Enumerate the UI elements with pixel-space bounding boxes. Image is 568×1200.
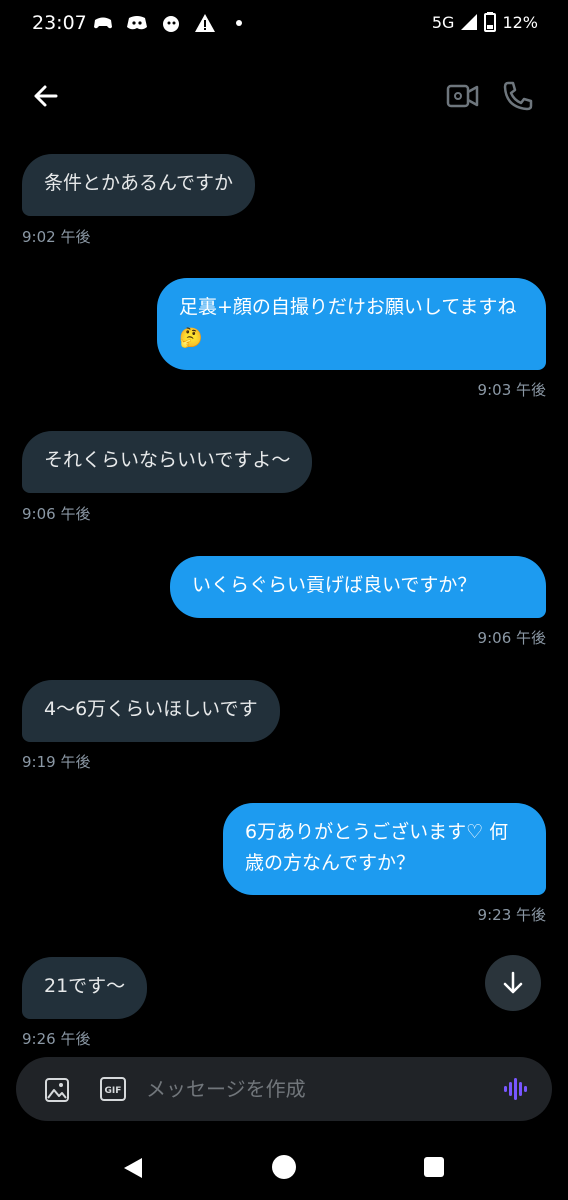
message-input[interactable]: メッセージを作成 (146, 1057, 306, 1121)
message-timestamp: 9:26 午後 (22, 1030, 91, 1048)
status-right: 5G 12% (432, 12, 538, 32)
message-bubble-incoming[interactable]: 条件とかあるんですか (22, 154, 256, 216)
app-notification-icon (160, 12, 182, 34)
phone-call-icon[interactable] (500, 78, 536, 114)
network-type: 5G (431, 12, 455, 32)
back-arrow-icon[interactable] (28, 78, 64, 114)
voice-wave-icon[interactable] (502, 1075, 530, 1103)
nav-home-icon[interactable] (272, 1155, 296, 1179)
gif-icon[interactable]: GIF (100, 1077, 126, 1101)
system-navigation-bar (0, 1140, 568, 1200)
nav-back-icon[interactable] (120, 1155, 146, 1185)
status-bar: 23:07 5G 12% (0, 0, 568, 48)
game-controller-icon (92, 12, 114, 34)
notification-icons (92, 12, 250, 34)
image-icon[interactable] (44, 1077, 70, 1103)
message-bubble-outgoing[interactable]: いくらぐらい貢げば良いですか？ (170, 556, 546, 618)
conversation-header (0, 60, 568, 132)
message-bubble-incoming[interactable]: それくらいならいいですよ〜 (22, 431, 313, 493)
video-call-icon[interactable] (445, 80, 481, 112)
message-bubble-incoming[interactable]: 4〜6万くらいほしいです (22, 680, 280, 742)
gif-label: GIF (105, 1086, 122, 1096)
dot-icon (228, 12, 250, 34)
signal-icon (461, 14, 478, 30)
message-bubble-outgoing[interactable]: 6万ありがとうございます♡ 何歳の方なんですか？ (223, 803, 546, 895)
nav-recents-icon[interactable] (424, 1157, 444, 1177)
status-time: 23:07 (32, 12, 87, 34)
arrow-down-icon (503, 971, 523, 994)
message-timestamp: 9:19 午後 (22, 753, 91, 771)
message-bubble-outgoing[interactable]: 足裏+顔の自撮りだけお願いしてますね🤔 (157, 278, 546, 370)
message-timestamp: 9:02 午後 (22, 228, 91, 246)
warning-icon (194, 12, 216, 34)
battery-percent: 12% (502, 12, 538, 32)
scroll-to-bottom-button[interactable] (485, 955, 541, 1011)
message-timestamp: 9:03 午後 (477, 381, 546, 399)
message-timestamp: 9:23 午後 (477, 906, 546, 924)
message-timestamp: 9:06 午後 (22, 505, 91, 523)
message-timestamp: 9:06 午後 (477, 629, 546, 647)
message-composer: GIF メッセージを作成 (16, 1057, 552, 1121)
message-bubble-incoming[interactable]: 21です〜 (22, 957, 148, 1019)
battery-icon (484, 12, 497, 32)
discord-icon (126, 12, 148, 34)
